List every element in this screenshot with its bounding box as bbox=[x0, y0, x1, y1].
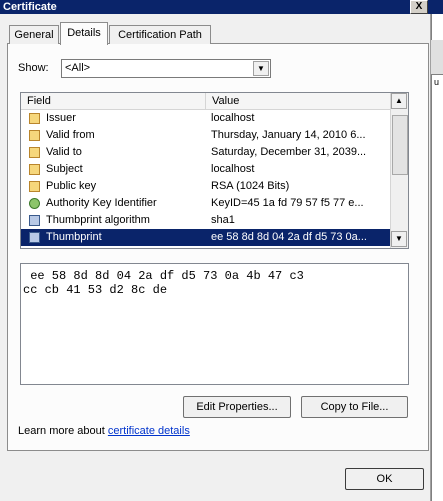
scroll-up-icon[interactable]: ▲ bbox=[391, 93, 407, 109]
close-button[interactable]: X bbox=[410, 0, 428, 14]
field-value: RSA (1024 Bits) bbox=[211, 180, 290, 192]
list-item[interactable]: Issuer localhost bbox=[21, 110, 390, 127]
tab-certification-path[interactable]: Certification Path bbox=[109, 25, 211, 44]
list-item[interactable]: Subject localhost bbox=[21, 161, 390, 178]
field-value: Thursday, January 14, 2010 6... bbox=[211, 129, 366, 141]
field-name: Issuer bbox=[46, 112, 76, 124]
background-window-text: u bbox=[434, 77, 440, 87]
tab-details[interactable]: Details bbox=[60, 22, 108, 45]
scroll-down-icon[interactable]: ▼ bbox=[391, 231, 407, 247]
field-detail-textbox[interactable]: ee 58 8d 8d 04 2a df d5 73 0a 4b 47 c3 c… bbox=[20, 263, 409, 385]
certificate-field-icon bbox=[29, 181, 40, 192]
field-name: Thumbprint algorithm bbox=[46, 214, 150, 226]
window-title: Certificate bbox=[3, 1, 57, 13]
property-icon bbox=[29, 215, 40, 226]
field-value: sha1 bbox=[211, 214, 235, 226]
property-icon bbox=[29, 232, 40, 243]
learn-more-prefix: Learn more about bbox=[18, 425, 108, 437]
list-item[interactable]: Valid to Saturday, December 31, 2039... bbox=[21, 144, 390, 161]
background-window-toolbar bbox=[431, 40, 443, 75]
show-label: Show: bbox=[18, 62, 49, 74]
list-item[interactable]: Public key RSA (1024 Bits) bbox=[21, 178, 390, 195]
field-name: Public key bbox=[46, 180, 97, 192]
field-name: Authority Key Identifier bbox=[46, 197, 157, 209]
field-value: ee 58 8d 8d 04 2a df d5 73 0a... bbox=[211, 231, 367, 243]
field-value: localhost bbox=[211, 163, 255, 175]
field-name: Valid from bbox=[46, 129, 95, 141]
ok-button[interactable]: OK bbox=[345, 468, 424, 490]
list-header: Field Value bbox=[21, 93, 390, 110]
vertical-scrollbar[interactable]: ▲ ▼ bbox=[390, 93, 408, 248]
certificate-field-icon bbox=[29, 130, 40, 141]
field-value: localhost bbox=[211, 112, 255, 124]
background-window bbox=[431, 14, 443, 501]
certificate-field-icon bbox=[29, 113, 40, 124]
certificate-details-link[interactable]: certificate details bbox=[108, 425, 190, 437]
title-bar[interactable]: Certificate X bbox=[0, 0, 443, 14]
copy-to-file-button[interactable]: Copy to File... bbox=[301, 396, 408, 418]
certificate-field-icon bbox=[29, 147, 40, 158]
extension-icon bbox=[29, 198, 40, 209]
list-item[interactable]: Authority Key Identifier KeyID=45 1a fd … bbox=[21, 195, 390, 212]
chevron-down-icon[interactable]: ▼ bbox=[253, 61, 269, 76]
certificate-fields-list[interactable]: Field Value Issuer localhost Valid from … bbox=[20, 92, 409, 249]
field-name: Valid to bbox=[46, 146, 82, 158]
column-header-value[interactable]: Value bbox=[206, 93, 390, 109]
field-value: KeyID=45 1a fd 79 57 f5 77 e... bbox=[211, 197, 364, 209]
field-name: Subject bbox=[46, 163, 83, 175]
show-dropdown[interactable]: <All> ▼ bbox=[61, 59, 271, 78]
field-value: Saturday, December 31, 2039... bbox=[211, 146, 367, 158]
field-name: Thumbprint bbox=[46, 231, 102, 243]
tab-general[interactable]: General bbox=[9, 25, 59, 44]
learn-more-text: Learn more about certificate details bbox=[18, 425, 190, 437]
detail-line: cc cb 41 53 d2 8c de bbox=[23, 283, 168, 297]
list-item-selected[interactable]: Thumbprint ee 58 8d 8d 04 2a df d5 73 0a… bbox=[21, 229, 390, 246]
edit-properties-button[interactable]: Edit Properties... bbox=[183, 396, 291, 418]
column-header-field[interactable]: Field bbox=[21, 93, 206, 109]
certificate-field-icon bbox=[29, 164, 40, 175]
list-item[interactable]: Thumbprint algorithm sha1 bbox=[21, 212, 390, 229]
show-dropdown-value: <All> bbox=[65, 62, 91, 74]
detail-line: ee 58 8d 8d 04 2a df d5 73 0a 4b 47 c3 bbox=[23, 269, 304, 283]
list-item[interactable]: Valid from Thursday, January 14, 2010 6.… bbox=[21, 127, 390, 144]
scrollbar-thumb[interactable] bbox=[392, 115, 408, 175]
